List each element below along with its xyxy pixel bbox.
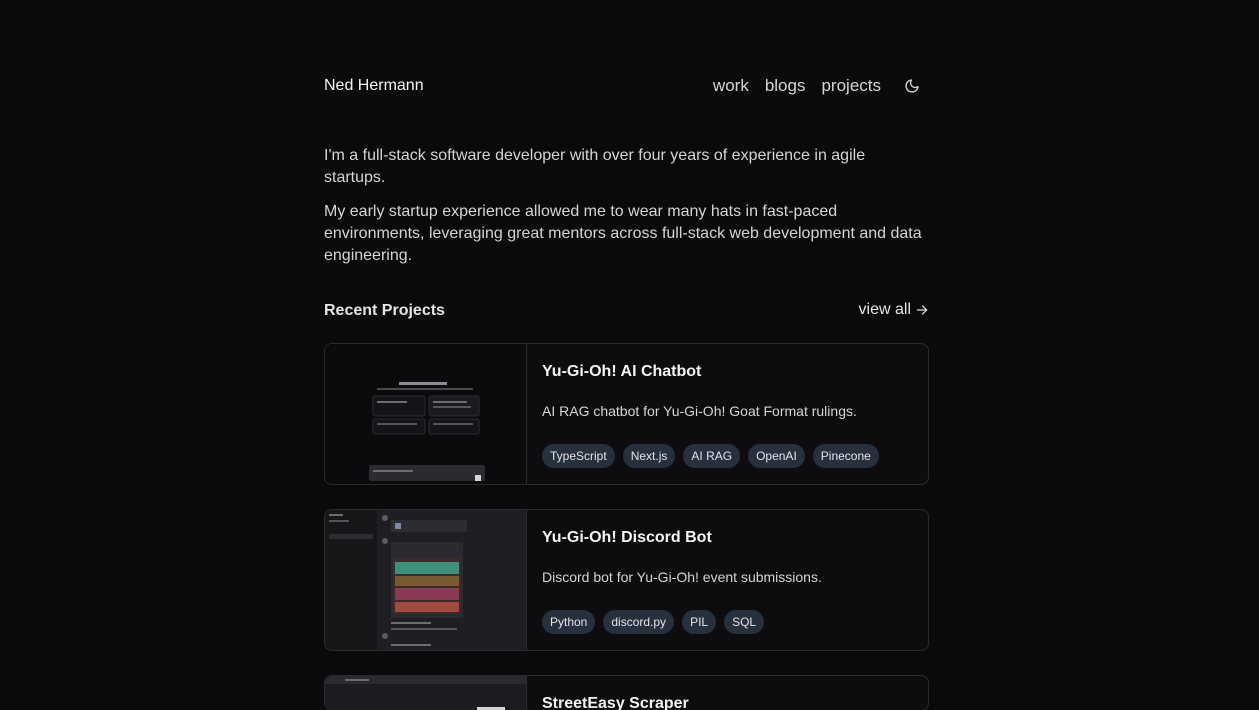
- view-all-link[interactable]: view all: [859, 301, 929, 319]
- nav-blogs[interactable]: blogs: [765, 76, 806, 96]
- tag: discord.py: [603, 610, 675, 634]
- main-nav: work blogs projects: [713, 76, 921, 96]
- tag: TypeScript: [542, 444, 615, 468]
- tag: Pinecone: [812, 444, 879, 468]
- project-tags: TypeScript Next.js AI RAG OpenAI Pinecon…: [542, 444, 879, 468]
- project-description: Discord bot for Yu-Gi-Oh! event submissi…: [542, 569, 822, 585]
- project-title: Yu-Gi-Oh! AI Chatbot: [542, 363, 702, 380]
- project-thumbnail: [325, 676, 527, 710]
- project-tags: Python discord.py PIL SQL: [542, 610, 765, 634]
- project-title: StreetEasy Scraper: [542, 695, 689, 710]
- project-thumbnail: [325, 344, 527, 484]
- tag: AI RAG: [683, 444, 741, 468]
- page: Ned Hermann work blogs projects I'm a fu…: [0, 0, 1259, 710]
- moon-icon[interactable]: [903, 77, 921, 95]
- bio-paragraph-2: My early startup experience allowed me t…: [324, 203, 922, 264]
- bio-section: I'm a full-stack software developer with…: [324, 145, 929, 279]
- tag: SQL: [724, 610, 765, 634]
- nav-projects[interactable]: projects: [821, 76, 881, 96]
- project-thumbnail: [325, 510, 527, 650]
- bio-paragraph-1: I'm a full-stack software developer with…: [324, 147, 866, 186]
- tag: Next.js: [622, 444, 676, 468]
- nav-work[interactable]: work: [713, 76, 749, 96]
- tag: PIL: [682, 610, 717, 634]
- site-header: Ned Hermann work blogs projects: [324, 76, 929, 100]
- section-title: Recent Projects: [324, 302, 445, 319]
- project-description: AI RAG chatbot for Yu-Gi-Oh! Goat Format…: [542, 403, 857, 419]
- arrow-right-icon: [916, 305, 928, 315]
- project-card[interactable]: Yu-Gi-Oh! Discord Bot Discord bot for Yu…: [324, 509, 929, 651]
- view-all-label: view all: [858, 301, 911, 318]
- brand-name[interactable]: Ned Hermann: [324, 77, 424, 95]
- tag: Python: [542, 610, 596, 634]
- tag: OpenAI: [748, 444, 805, 468]
- project-card[interactable]: StreetEasy Scraper: [324, 675, 929, 710]
- project-card[interactable]: Yu-Gi-Oh! AI Chatbot AI RAG chatbot for …: [324, 343, 929, 485]
- projects-header: Recent Projects view all: [324, 300, 929, 324]
- project-title: Yu-Gi-Oh! Discord Bot: [542, 529, 712, 546]
